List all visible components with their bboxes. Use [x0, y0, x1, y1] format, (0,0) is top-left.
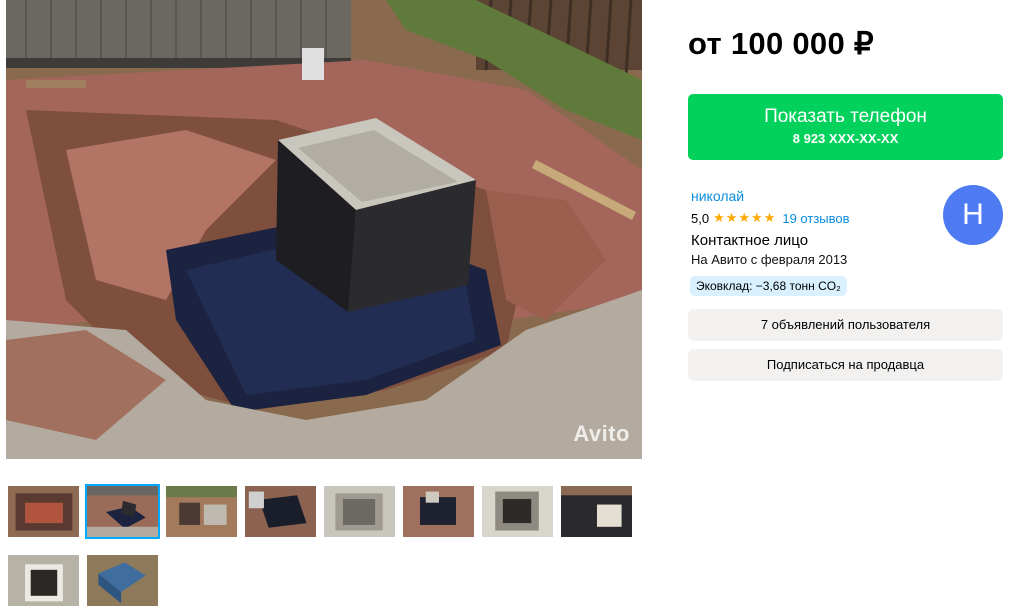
thumbnail[interactable] — [6, 484, 81, 539]
thumbnail[interactable] — [401, 484, 476, 539]
thumbnail-image — [482, 486, 553, 537]
member-since: На Авито с февраля 2013 — [691, 252, 848, 267]
thumbnail-image — [166, 486, 237, 537]
thumbnail[interactable] — [85, 553, 160, 608]
thumbnail-image — [561, 486, 632, 537]
star-rating-icon: ★★★★★ — [713, 210, 777, 225]
thumbnail[interactable] — [480, 484, 555, 539]
price: от 100 000 ₽ — [688, 26, 874, 61]
thumbnail-image — [403, 486, 474, 537]
main-photo[interactable]: Avito — [6, 0, 642, 459]
thumbnail[interactable] — [6, 553, 81, 608]
thumbnail-strip — [6, 484, 646, 608]
thumbnail[interactable] — [243, 484, 318, 539]
thumbnail[interactable] — [559, 484, 634, 539]
contact-role: Контактное лицо — [691, 232, 809, 249]
seller-name-link[interactable]: николай — [691, 188, 744, 204]
eco-badge[interactable]: Эковклад: −3,68 тонн CO₂ — [690, 276, 847, 296]
rating-value: 5,0 — [691, 210, 710, 226]
main-photo-image — [6, 0, 642, 459]
reviews-link[interactable]: 19 отзывов — [782, 211, 849, 226]
show-phone-button[interactable]: Показать телефон 8 923 XXX-XX-XX — [688, 94, 1003, 160]
thumbnail-image — [8, 555, 79, 606]
thumbnail-active[interactable] — [85, 484, 160, 539]
thumbnail-image — [324, 486, 395, 537]
thumbnail-image — [87, 555, 158, 606]
thumbnail[interactable] — [164, 484, 239, 539]
avito-watermark: Avito — [573, 421, 630, 446]
user-ads-button[interactable]: 7 объявлений пользователя — [688, 309, 1003, 341]
thumbnail-image — [87, 486, 158, 537]
show-phone-label: Показать телефон — [764, 106, 927, 127]
thumbnail-image — [8, 486, 79, 537]
thumbnail-image — [245, 486, 316, 537]
phone-number: 8 923 XXX-XX-XX — [792, 131, 899, 146]
thumbnail[interactable] — [322, 484, 397, 539]
seller-rating-row: 5,0 ★★★★★ 19 отзывов — [691, 210, 850, 226]
seller-avatar[interactable]: Н — [943, 185, 1003, 245]
subscribe-seller-button[interactable]: Подписаться на продавца — [688, 349, 1003, 381]
